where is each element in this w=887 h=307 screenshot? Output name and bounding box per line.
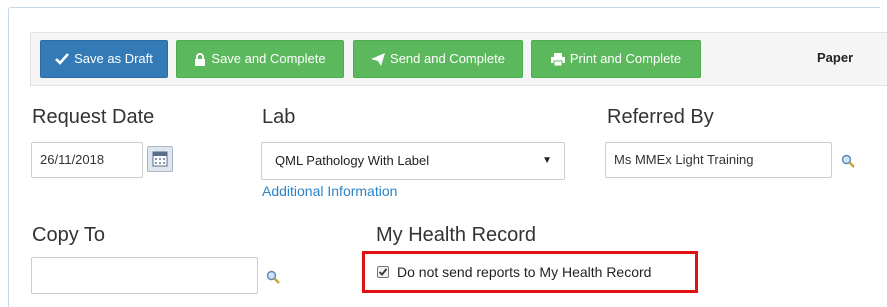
request-date-label: Request Date bbox=[32, 106, 155, 128]
save-and-complete-button[interactable]: Save and Complete bbox=[176, 40, 344, 78]
print-and-complete-button[interactable]: Print and Complete bbox=[531, 40, 701, 78]
request-date-input[interactable]: 26/11/2018 bbox=[31, 142, 143, 178]
print-and-complete-label: Print and Complete bbox=[569, 51, 682, 66]
referred-by-input[interactable]: Ms MMEx Light Training bbox=[605, 142, 832, 178]
calendar-button[interactable] bbox=[147, 146, 173, 172]
save-and-complete-label: Save and Complete bbox=[211, 51, 326, 66]
do-not-send-label: Do not send reports to My Health Record bbox=[397, 264, 652, 280]
lock-icon bbox=[195, 52, 206, 66]
checkbox-checked-icon bbox=[378, 268, 388, 276]
send-icon bbox=[371, 52, 386, 66]
lab-select[interactable]: QML Pathology With Label ▼ bbox=[261, 142, 565, 180]
send-and-complete-button[interactable]: Send and Complete bbox=[353, 40, 523, 78]
save-as-draft-label: Save as Draft bbox=[74, 51, 153, 66]
copy-to-label: Copy To bbox=[32, 224, 106, 246]
copy-to-input[interactable] bbox=[31, 257, 258, 294]
search-icon[interactable] bbox=[841, 154, 855, 168]
paper-label: Paper bbox=[817, 50, 854, 65]
search-icon[interactable] bbox=[266, 270, 280, 284]
calendar-icon bbox=[152, 151, 168, 167]
send-and-complete-label: Send and Complete bbox=[390, 51, 505, 66]
my-health-record-label: My Health Record bbox=[376, 224, 537, 246]
referred-by-label: Referred By bbox=[607, 106, 714, 128]
additional-information-link[interactable]: Additional Information bbox=[262, 183, 397, 199]
print-icon bbox=[550, 52, 565, 66]
dropdown-caret-icon: ▼ bbox=[542, 155, 552, 166]
lab-selected-value: QML Pathology With Label bbox=[275, 153, 430, 168]
check-icon bbox=[55, 53, 70, 65]
save-as-draft-button[interactable]: Save as Draft bbox=[40, 40, 168, 78]
lab-label: Lab bbox=[262, 106, 296, 128]
do-not-send-checkbox[interactable] bbox=[377, 266, 389, 278]
